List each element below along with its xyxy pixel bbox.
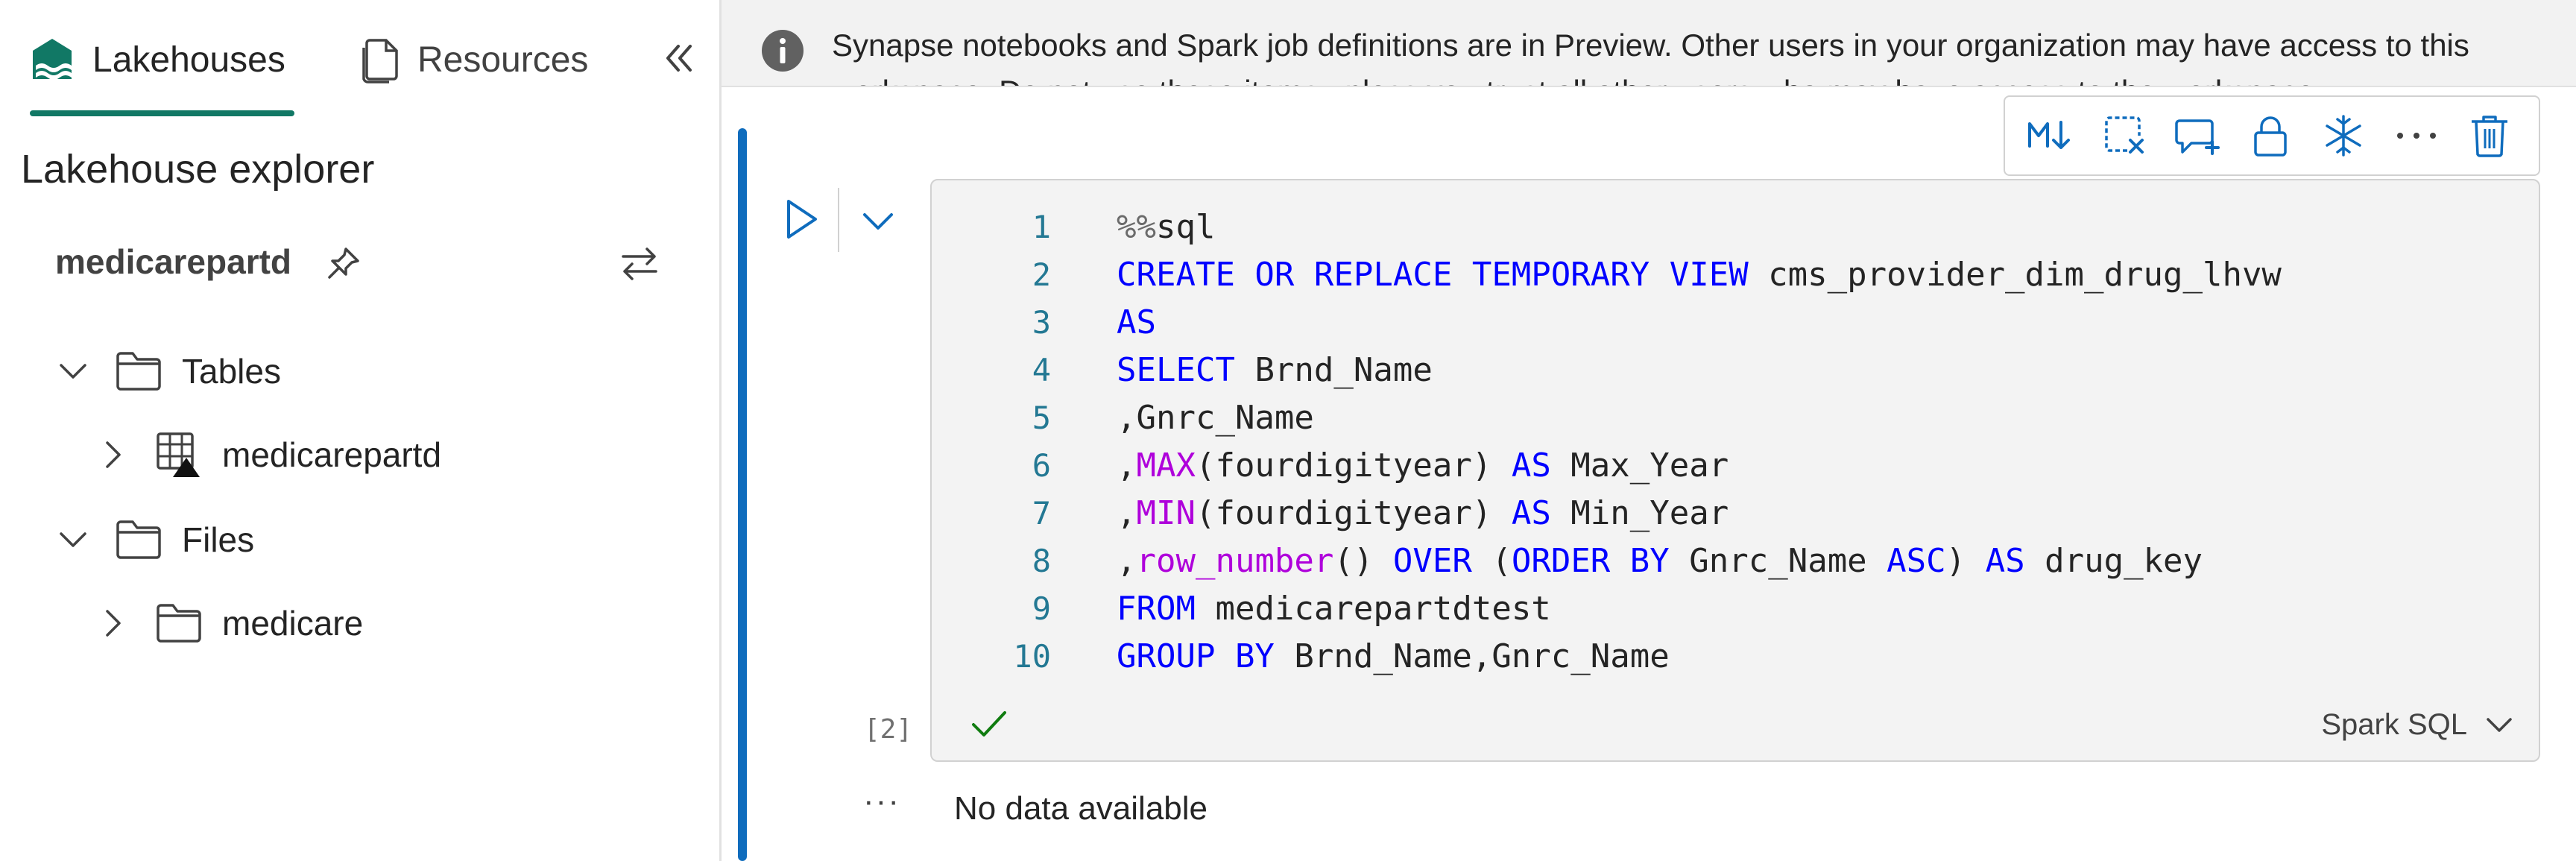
line-number: 2 [1032,256,1051,293]
tree-item-table-label: medicarepartd [222,435,442,474]
code-line: 4 SELECT Brnd_Name [932,346,2534,394]
active-tab-indicator [30,110,294,116]
banner-text: Synapse notebooks and Spark job definiti… [832,28,2469,86]
line-number: 3 [1032,303,1051,341]
line-number: 8 [1032,542,1051,579]
active-cell-indicator [738,128,747,861]
code-text: CREATE OR REPLACE TEMPORARY VIEW cms_pro… [1117,255,2282,294]
line-number: 9 [1032,590,1051,627]
success-check-icon [972,711,1006,737]
tab-lakehouses[interactable]: Lakehouses [28,30,285,89]
lakehouse-header: medicarepartd [55,237,674,289]
collapse-sidebar-button[interactable] [656,36,701,81]
line-number: 7 [1032,494,1051,532]
run-divider [838,188,839,252]
line-number: 1 [1032,208,1051,245]
code-text: ,MIN(fourdigityear) AS Min_Year [1117,493,1729,532]
code-text: ,row_number() OVER (ORDER BY Gnrc_Name A… [1117,541,2203,580]
tree-item-tables-label: Tables [182,352,281,391]
pin-icon [328,247,359,279]
double-chevron-left-icon [666,45,692,72]
markdown-icon [2028,121,2070,149]
lock-icon [2254,116,2287,157]
code-text: ,Gnrc_Name [1117,398,1314,437]
cell-toolbar [2004,95,2540,176]
code-line: 1 %%sql [932,203,2534,250]
pin-button[interactable] [323,245,362,283]
execution-count: [2] [863,714,912,745]
code-line: 6 ,MAX(fourdigityear) AS Max_Year [932,441,2534,489]
play-icon [787,200,817,239]
freeze-cell-button[interactable] [2314,106,2373,165]
code-text: GROUP BY Brnd_Name,Gnrc_Name [1117,637,1670,675]
chevron-down-icon [60,364,86,379]
lock-cell-button[interactable] [2241,106,2300,165]
tab-lakehouses-label: Lakehouses [92,40,285,80]
table-warning-icon [157,432,200,477]
code-line: 8 ,row_number() OVER (ORDER BY Gnrc_Name… [932,537,2534,584]
tree-item-files-label: Files [182,520,255,559]
delete-cell-button[interactable] [2460,106,2519,165]
switch-lakehouse-button[interactable] [616,240,663,288]
code-line: 3 AS [932,298,2534,346]
code-line: 9 FROM medicarepartdtest [932,584,2534,632]
info-icon [762,30,804,72]
preview-banner: Synapse notebooks and Spark job definiti… [722,0,2576,87]
explorer-title: Lakehouse explorer [21,147,375,192]
lakehouse-icon [33,39,72,80]
tab-resources[interactable]: Resources [359,30,588,89]
code-line: 10 GROUP BY Brnd_Name,Gnrc_Name [932,632,2534,680]
code-line: 2 CREATE OR REPLACE TEMPORARY VIEW cms_p… [932,250,2534,298]
code-line: 5 ,Gnrc_Name [932,394,2534,441]
code-line: 7 ,MIN(fourdigityear) AS Min_Year [932,489,2534,537]
code-editor[interactable]: 1 %%sql 2 CREATE OR REPLACE TEMPORARY VI… [930,179,2540,762]
run-options-button[interactable] [856,198,900,243]
line-number: 10 [1013,637,1051,675]
more-icon [2397,133,2436,139]
code-text: %%sql [1117,207,1216,246]
folder-icon [116,352,161,391]
clear-output-button[interactable] [2094,106,2154,165]
code-text: SELECT Brnd_Name [1117,350,1433,389]
lakehouse-name: medicarepartd [55,242,292,281]
line-number: 5 [1032,399,1051,436]
chevron-right-icon [106,610,121,637]
output-more-button[interactable]: ··· [856,783,908,819]
code-text: FROM medicarepartdtest [1117,589,1551,628]
chevron-down-icon [863,213,893,230]
chevron-down-icon [60,532,86,547]
more-options-button[interactable] [2387,106,2446,165]
comment-icon [2175,119,2220,155]
output-text: No data available [954,790,1208,827]
folder-icon [157,604,201,643]
language-label: Spark SQL [2321,707,2467,741]
chevron-down-icon [2487,718,2512,732]
tab-resources-label: Resources [417,40,589,80]
freeze-icon [2326,115,2361,157]
tree-item-tables[interactable]: Tables [52,341,281,401]
tree-item-folder-label: medicare [222,604,364,643]
tree-item-files[interactable]: Files [52,510,254,570]
swap-arrows-icon [622,247,657,280]
line-number: 6 [1032,447,1051,484]
lakehouse-sidebar: Lakehouses Resources Lakehouse explorer … [0,0,722,861]
language-selector[interactable]: Spark SQL [2321,702,2516,747]
clear-output-icon [2105,116,2144,154]
add-comment-button[interactable] [2168,106,2227,165]
chevron-right-icon [106,441,121,468]
code-text: AS [1117,303,1156,341]
tree-item-folder-medicare[interactable]: medicare [92,593,363,653]
code-text: ,MAX(fourdigityear) AS Max_Year [1117,446,1729,485]
delete-icon [2472,116,2507,157]
folder-icon [116,520,161,559]
run-cell-button[interactable] [777,195,824,243]
line-number: 4 [1032,351,1051,388]
notebook-main: Synapse notebooks and Spark job definiti… [722,0,2576,861]
tree-item-table-medicarepartd[interactable]: medicarepartd [92,425,441,485]
markdown-toggle-button[interactable] [2021,106,2081,165]
sidebar-tabs: Lakehouses Resources [0,0,722,119]
document-icon [362,39,398,83]
